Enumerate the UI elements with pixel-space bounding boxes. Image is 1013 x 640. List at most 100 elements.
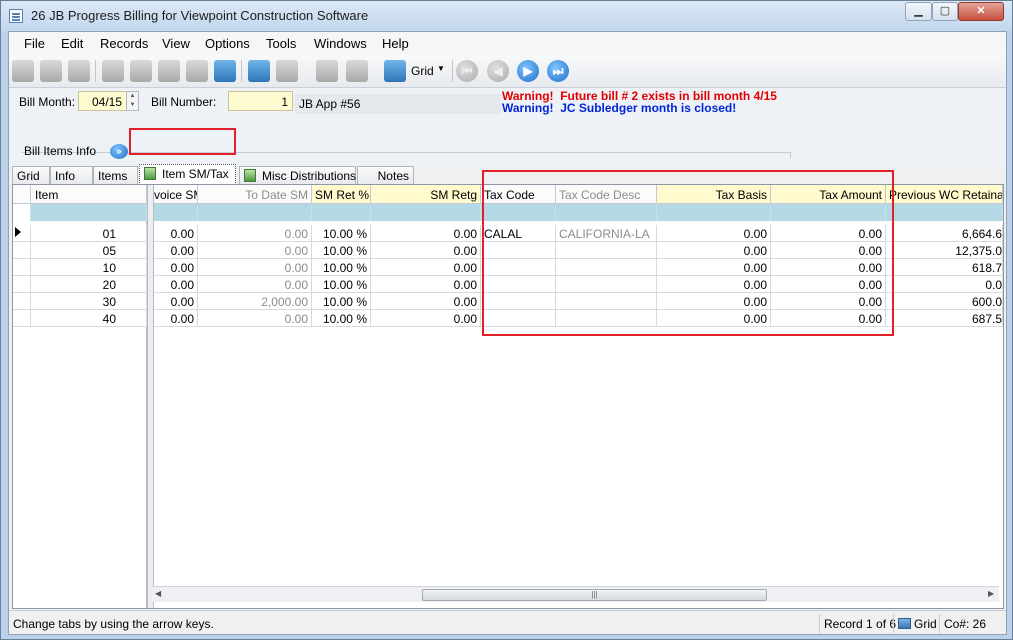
minimize-button[interactable]: ▁ [905, 2, 932, 21]
row-selector[interactable] [13, 225, 31, 242]
filter-cell[interactable] [154, 204, 198, 221]
sm-ret-pct-cell[interactable]: 10.00 % [312, 225, 371, 242]
sm-retg-cell[interactable]: 0.00 [371, 225, 481, 242]
column-header-item[interactable]: Item [31, 185, 147, 204]
row-selector[interactable] [13, 242, 31, 259]
menu-records[interactable]: Records [100, 36, 148, 51]
maximize-button[interactable]: ▢ [932, 2, 958, 21]
row-selector[interactable] [13, 310, 31, 327]
column-header-sm-retg[interactable]: SM Retg [371, 185, 481, 204]
column-header-to-date-sm[interactable]: To Date SM [198, 185, 312, 204]
invoice-sm-cell[interactable]: 0.00 [154, 310, 198, 327]
row-selector[interactable] [13, 293, 31, 310]
last-record-icon[interactable]: ⏭ [547, 60, 569, 82]
menu-help[interactable]: Help [382, 36, 409, 51]
grid-icon[interactable] [384, 60, 406, 82]
lookup-icon[interactable] [68, 60, 90, 82]
tab-items[interactable]: Items [93, 166, 138, 185]
sm-ret-pct-cell[interactable]: 10.00 % [312, 310, 371, 327]
find-icon[interactable] [40, 60, 62, 82]
sm-retg-cell[interactable]: 0.00 [371, 310, 481, 327]
previous-wc-retainage-cell[interactable]: 6,664.6 [886, 225, 1003, 242]
stamp-icon[interactable] [316, 60, 338, 82]
calculator-icon[interactable] [248, 60, 270, 82]
to-date-sm-cell[interactable]: 0.00 [198, 259, 312, 276]
next-record-icon[interactable]: ▶ [517, 60, 539, 82]
sm-ret-pct-cell[interactable]: 10.00 % [312, 276, 371, 293]
grid-view-label[interactable]: Grid [411, 64, 434, 78]
invoice-sm-cell[interactable]: 0.00 [154, 276, 198, 293]
item-cell[interactable]: 30 [31, 293, 147, 310]
previous-record-icon[interactable]: ◀ [487, 60, 509, 82]
invoice-sm-cell[interactable]: 0.00 [154, 259, 198, 276]
row-selector[interactable] [13, 276, 31, 293]
previous-wc-retainage-cell[interactable]: 618.7 [886, 259, 1003, 276]
tab-misc-distributions[interactable]: Misc Distributions [239, 166, 356, 185]
row-selector[interactable] [13, 259, 31, 276]
exit-icon[interactable] [12, 60, 34, 82]
undo-icon[interactable] [186, 60, 208, 82]
menu-file[interactable]: File [24, 36, 45, 51]
menu-edit[interactable]: Edit [61, 36, 83, 51]
filter-cell[interactable] [371, 204, 481, 221]
previous-wc-retainage-cell[interactable]: 600.0 [886, 293, 1003, 310]
app-icon[interactable] [9, 9, 23, 23]
to-date-sm-cell[interactable]: 0.00 [198, 225, 312, 242]
new-icon[interactable] [102, 60, 124, 82]
item-cell[interactable]: 40 [31, 310, 147, 327]
bill-number-field[interactable]: 1 [228, 91, 293, 111]
sm-retg-cell[interactable]: 0.00 [371, 242, 481, 259]
item-cell[interactable]: 20 [31, 276, 147, 293]
filter-cell[interactable] [198, 204, 312, 221]
menu-options[interactable]: Options [205, 36, 250, 51]
previous-wc-retainage-cell[interactable]: 687.5 [886, 310, 1003, 327]
invoice-sm-cell[interactable]: 0.00 [154, 225, 198, 242]
sm-retg-cell[interactable]: 0.00 [371, 276, 481, 293]
tab-notes[interactable]: Notes [357, 166, 414, 185]
sm-retg-cell[interactable]: 0.00 [371, 293, 481, 310]
tab-info[interactable]: Info [50, 166, 93, 185]
collapse-chevron-icon[interactable]: » [110, 144, 128, 159]
first-record-icon[interactable]: ⏮ [456, 60, 478, 82]
sm-ret-pct-cell[interactable]: 10.00 % [312, 293, 371, 310]
bill-month-field[interactable]: 04/15 [78, 91, 127, 111]
item-cell[interactable]: 01 [31, 225, 147, 242]
invoice-sm-cell[interactable]: 0.00 [154, 293, 198, 310]
item-cell[interactable]: 10 [31, 259, 147, 276]
filter-cell-item[interactable] [31, 204, 147, 221]
menu-tools[interactable]: Tools [266, 36, 296, 51]
to-date-sm-cell[interactable]: 0.00 [198, 276, 312, 293]
close-button[interactable]: ✕ [958, 2, 1004, 21]
sm-retg-cell[interactable]: 0.00 [371, 259, 481, 276]
previous-wc-retainage-cell[interactable]: 0.0 [886, 276, 1003, 293]
sm-ret-pct-cell[interactable]: 10.00 % [312, 259, 371, 276]
tab-grid[interactable]: Grid [12, 166, 50, 185]
to-date-sm-cell[interactable]: 2,000.00 [198, 293, 312, 310]
delete-icon[interactable] [158, 60, 180, 82]
refresh-icon[interactable] [214, 60, 236, 82]
to-date-sm-cell[interactable]: 0.00 [198, 310, 312, 327]
tab-item-sm-tax[interactable]: Item SM/Tax [139, 164, 236, 185]
scroll-right-icon[interactable]: ▶ [988, 589, 994, 598]
filter-cell[interactable] [886, 204, 1003, 221]
horizontal-scrollbar[interactable]: ◀ ||| ▶ [152, 586, 999, 602]
scrollbar-thumb[interactable]: ||| [422, 589, 767, 601]
save-icon[interactable] [130, 60, 152, 82]
bill-month-spinner[interactable]: ▲ ▼ [126, 91, 139, 111]
scroll-left-icon[interactable]: ◀ [155, 589, 161, 598]
chevron-down-icon[interactable]: ▼ [437, 64, 445, 73]
filter-cell[interactable] [312, 204, 371, 221]
menu-view[interactable]: View [162, 36, 190, 51]
item-cell[interactable]: 05 [31, 242, 147, 259]
column-header-invoice-sm[interactable]: voice SM [154, 185, 198, 204]
invoice-sm-cell[interactable]: 0.00 [154, 242, 198, 259]
attach-icon[interactable] [276, 60, 298, 82]
menu-windows[interactable]: Windows [314, 36, 367, 51]
sm-ret-pct-cell[interactable]: 10.00 % [312, 242, 371, 259]
spellcheck-icon[interactable] [346, 60, 368, 82]
title-bar[interactable]: 26 JB Progress Billing for Viewpoint Con… [1, 1, 1012, 31]
column-header-sm-ret-pct[interactable]: SM Ret % [312, 185, 371, 204]
column-header-previous-wc-retainage[interactable]: Previous WC Retainag [886, 185, 1003, 204]
previous-wc-retainage-cell[interactable]: 12,375.0 [886, 242, 1003, 259]
to-date-sm-cell[interactable]: 0.00 [198, 242, 312, 259]
